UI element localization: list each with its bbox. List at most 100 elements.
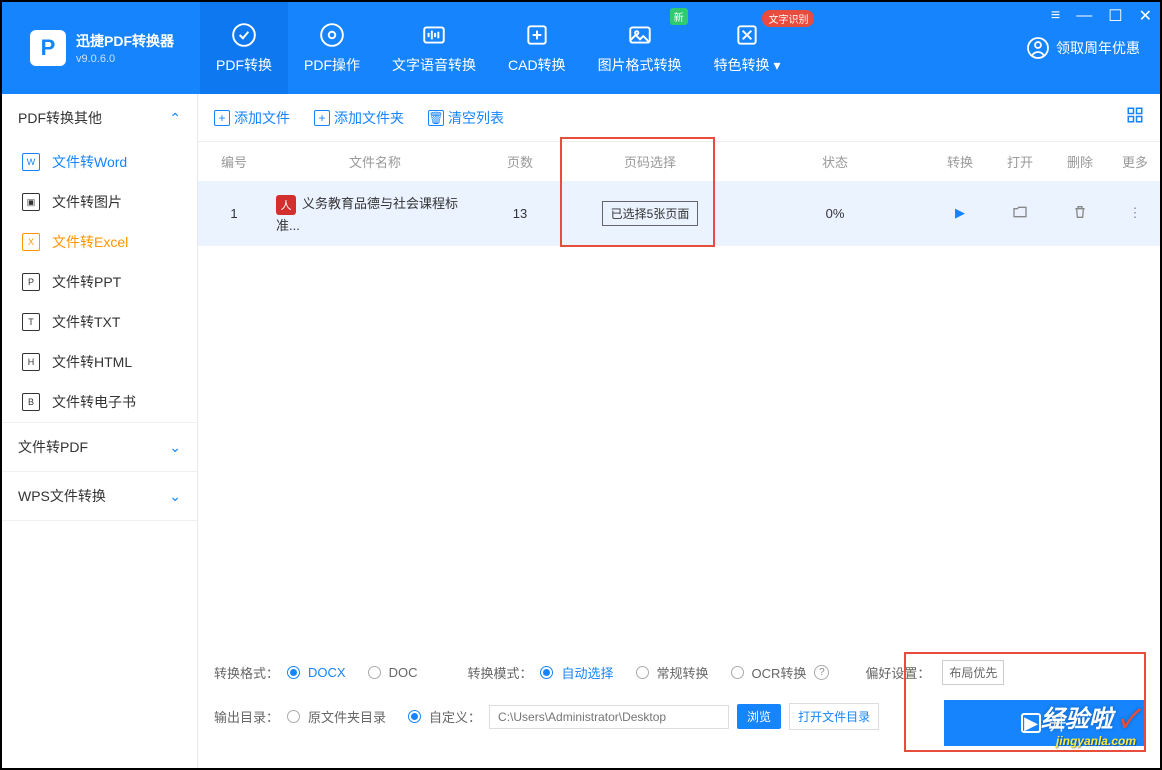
sidebar-item-to-image[interactable]: ▣文件转图片 (2, 182, 197, 222)
promo-text: 领取周年优惠 (1056, 38, 1140, 58)
col-open: 打开 (990, 152, 1050, 171)
tab-text-voice[interactable]: 文字语音转换 (376, 2, 492, 94)
row-pages: 13 (480, 206, 560, 221)
top-tabs: PDF转换 PDF操作 文字语音转换 CAD转换 新 图片格式转换 文字识别 特… (200, 2, 796, 94)
pref-select[interactable]: 布局优先 (942, 660, 1004, 685)
page-select-button[interactable]: 已选择5张页面 (602, 201, 699, 226)
delete-button[interactable] (1072, 208, 1088, 223)
col-status: 状态 (740, 152, 930, 171)
grid-view-button[interactable] (1126, 106, 1144, 129)
tab-label: PDF转换 (216, 55, 272, 75)
sidebar-item-to-excel[interactable]: X文件转Excel (2, 222, 197, 262)
mode-label: 转换模式： (467, 663, 532, 682)
pdf-icon: 人 (276, 195, 296, 215)
tab-pdf-convert[interactable]: PDF转换 (200, 2, 288, 94)
row-num: 1 (198, 206, 270, 221)
tab-pdf-operate[interactable]: PDF操作 (288, 2, 376, 94)
sidebar-item-to-txt[interactable]: T文件转TXT (2, 302, 197, 342)
window-controls: ≡ — ☐ ✕ (1051, 6, 1152, 26)
user-icon (1026, 36, 1050, 60)
word-icon: W (22, 153, 40, 171)
col-name: 文件名称 (270, 152, 480, 171)
sidebar-section-pdf-to-other[interactable]: PDF转换其他 ⌃ (2, 94, 197, 142)
header-bar: P 迅捷PDF转换器 v9.0.6.0 PDF转换 PDF操作 文字语音转换 C… (2, 2, 1160, 94)
app-logo-icon: P (30, 30, 66, 66)
item-label: 文件转HTML (52, 352, 132, 372)
open-button[interactable] (1012, 208, 1028, 223)
cad-icon (523, 21, 551, 49)
tab-label: 特色转换 (714, 57, 770, 73)
convert-icon (230, 21, 258, 49)
btn-label: 添加文件夹 (334, 108, 404, 128)
plus-icon: + (314, 110, 330, 126)
ebook-icon: B (22, 393, 40, 411)
help-icon[interactable]: ? (814, 665, 829, 680)
item-label: 文件转PPT (52, 272, 121, 292)
col-convert: 转换 (930, 152, 990, 171)
chevron-up-icon: ⌃ (169, 110, 181, 127)
radio-ocr[interactable] (731, 666, 744, 679)
radio-custom-dir[interactable] (408, 710, 421, 723)
ocr-badge: 文字识别 (762, 10, 814, 27)
tab-image[interactable]: 新 图片格式转换 (582, 2, 698, 94)
row-status: 0% (740, 206, 930, 221)
item-label: 文件转Excel (52, 232, 128, 252)
path-input[interactable] (489, 705, 729, 729)
radio-orig-dir[interactable] (287, 710, 300, 723)
sidebar-item-to-ebook[interactable]: B 文件转电子书 (2, 382, 197, 422)
item-label: 文件转电子书 (52, 392, 136, 412)
btn-label: 清空列表 (448, 108, 504, 128)
tab-label: PDF操作 (304, 55, 360, 75)
radio-auto[interactable] (540, 666, 553, 679)
tab-label: 文字语音转换 (392, 55, 476, 75)
col-pages: 页数 (480, 152, 560, 171)
sidebar-section-to-pdf[interactable]: 文件转PDF ⌄ (2, 423, 197, 471)
convert-button[interactable]: ▶ (955, 205, 965, 220)
opt-doc: DOC (389, 665, 418, 680)
add-folder-button[interactable]: +添加文件夹 (314, 108, 404, 128)
radio-docx[interactable] (287, 666, 300, 679)
tab-cad[interactable]: CAD转换 (492, 2, 582, 94)
start-label: 开 (1049, 710, 1067, 736)
more-button[interactable]: ⋮ (1129, 205, 1142, 220)
image-icon (626, 21, 654, 49)
tab-label: 图片格式转换 (598, 55, 682, 75)
radio-doc[interactable] (368, 666, 381, 679)
col-more: 更多 (1110, 152, 1160, 171)
sidebar-item-to-ppt[interactable]: P文件转PPT (2, 262, 197, 302)
sidebar-item-to-word[interactable]: W 文件转Word (2, 142, 197, 182)
col-num: 编号 (198, 152, 270, 171)
html-icon: H (22, 353, 40, 371)
app-version: v9.0.6.0 (76, 53, 174, 65)
play-icon: ▶ (1021, 713, 1041, 733)
radio-normal[interactable] (636, 666, 649, 679)
opt-orig: 原文件夹目录 (308, 707, 386, 726)
audio-icon (420, 21, 448, 49)
item-label: 文件转Word (52, 152, 127, 172)
trash-icon: 🗑 (428, 110, 444, 126)
row-name-cell: 人义务教育品德与社会课程标准... (270, 193, 480, 234)
start-convert-button[interactable]: ▶ 开 (944, 700, 1144, 746)
section-title: 文件转PDF (18, 437, 88, 457)
sidebar-section-wps[interactable]: WPS文件转换 ⌄ (2, 472, 197, 520)
sidebar: PDF转换其他 ⌃ W 文件转Word ▣文件转图片 X文件转Excel P文件转… (2, 94, 198, 768)
browse-button[interactable]: 浏览 (737, 704, 781, 729)
row-select-cell: 已选择5张页面 (560, 201, 740, 226)
maximize-button[interactable]: ☐ (1108, 6, 1122, 26)
app-name: 迅捷PDF转换器 (76, 31, 174, 51)
chevron-down-icon: ▾ (773, 57, 780, 73)
promo-link[interactable]: 领取周年优惠 (1026, 36, 1160, 60)
item-label: 文件转TXT (52, 312, 120, 332)
tab-special[interactable]: 文字识别 特色转换 ▾ (698, 2, 797, 94)
output-label: 输出目录： (214, 707, 279, 726)
open-dir-button[interactable]: 打开文件目录 (789, 703, 879, 730)
add-file-button[interactable]: +添加文件 (214, 108, 290, 128)
clear-list-button[interactable]: 🗑清空列表 (428, 108, 504, 128)
section-title: PDF转换其他 (18, 108, 102, 128)
chevron-down-icon: ⌄ (169, 488, 181, 505)
menu-icon[interactable]: ≡ (1051, 7, 1060, 25)
table-row[interactable]: 1 人义务教育品德与社会课程标准... 13 已选择5张页面 0% ▶ ⋮ (198, 181, 1160, 246)
minimize-button[interactable]: — (1076, 7, 1092, 25)
close-button[interactable]: ✕ (1139, 6, 1152, 26)
sidebar-item-to-html[interactable]: H 文件转HTML (2, 342, 197, 382)
